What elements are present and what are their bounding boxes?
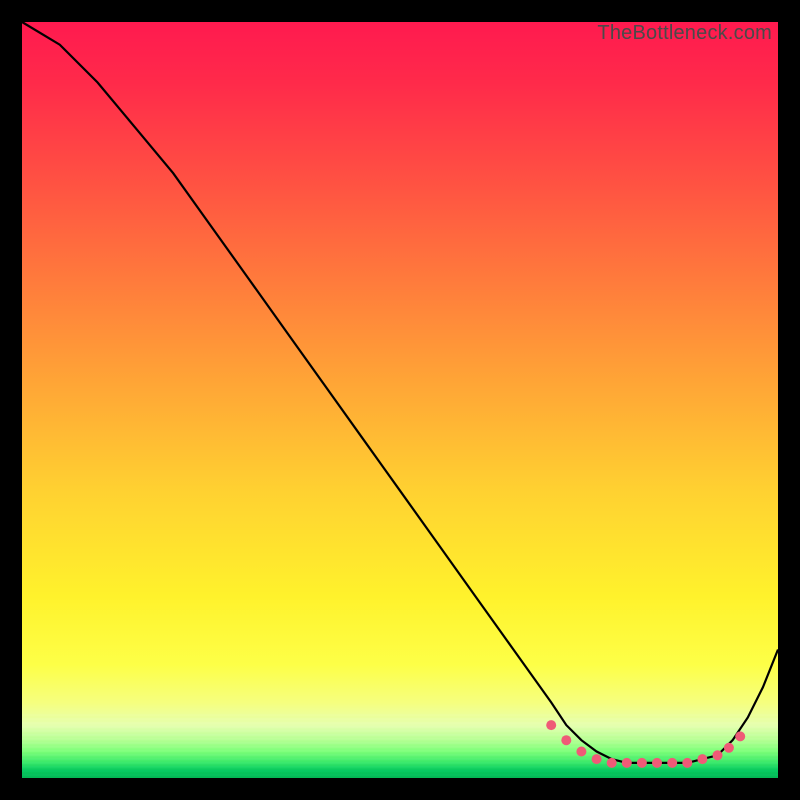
trough-markers	[546, 720, 745, 768]
trough-marker	[576, 747, 586, 757]
bottleneck-curve	[22, 22, 778, 778]
trough-marker	[724, 743, 734, 753]
trough-marker	[622, 758, 632, 768]
trough-marker	[667, 758, 677, 768]
trough-marker	[735, 731, 745, 741]
trough-marker	[697, 754, 707, 764]
plot-area: TheBottleneck.com	[22, 22, 778, 778]
curve-line	[22, 22, 778, 763]
trough-marker	[637, 758, 647, 768]
trough-marker	[713, 750, 723, 760]
trough-marker	[561, 735, 571, 745]
trough-marker	[682, 758, 692, 768]
watermark-text: TheBottleneck.com	[597, 22, 772, 45]
trough-marker	[607, 758, 617, 768]
trough-marker	[592, 754, 602, 764]
trough-marker	[652, 758, 662, 768]
chart-frame: { "watermark": "TheBottleneck.com", "col…	[0, 0, 800, 800]
trough-marker	[546, 720, 556, 730]
